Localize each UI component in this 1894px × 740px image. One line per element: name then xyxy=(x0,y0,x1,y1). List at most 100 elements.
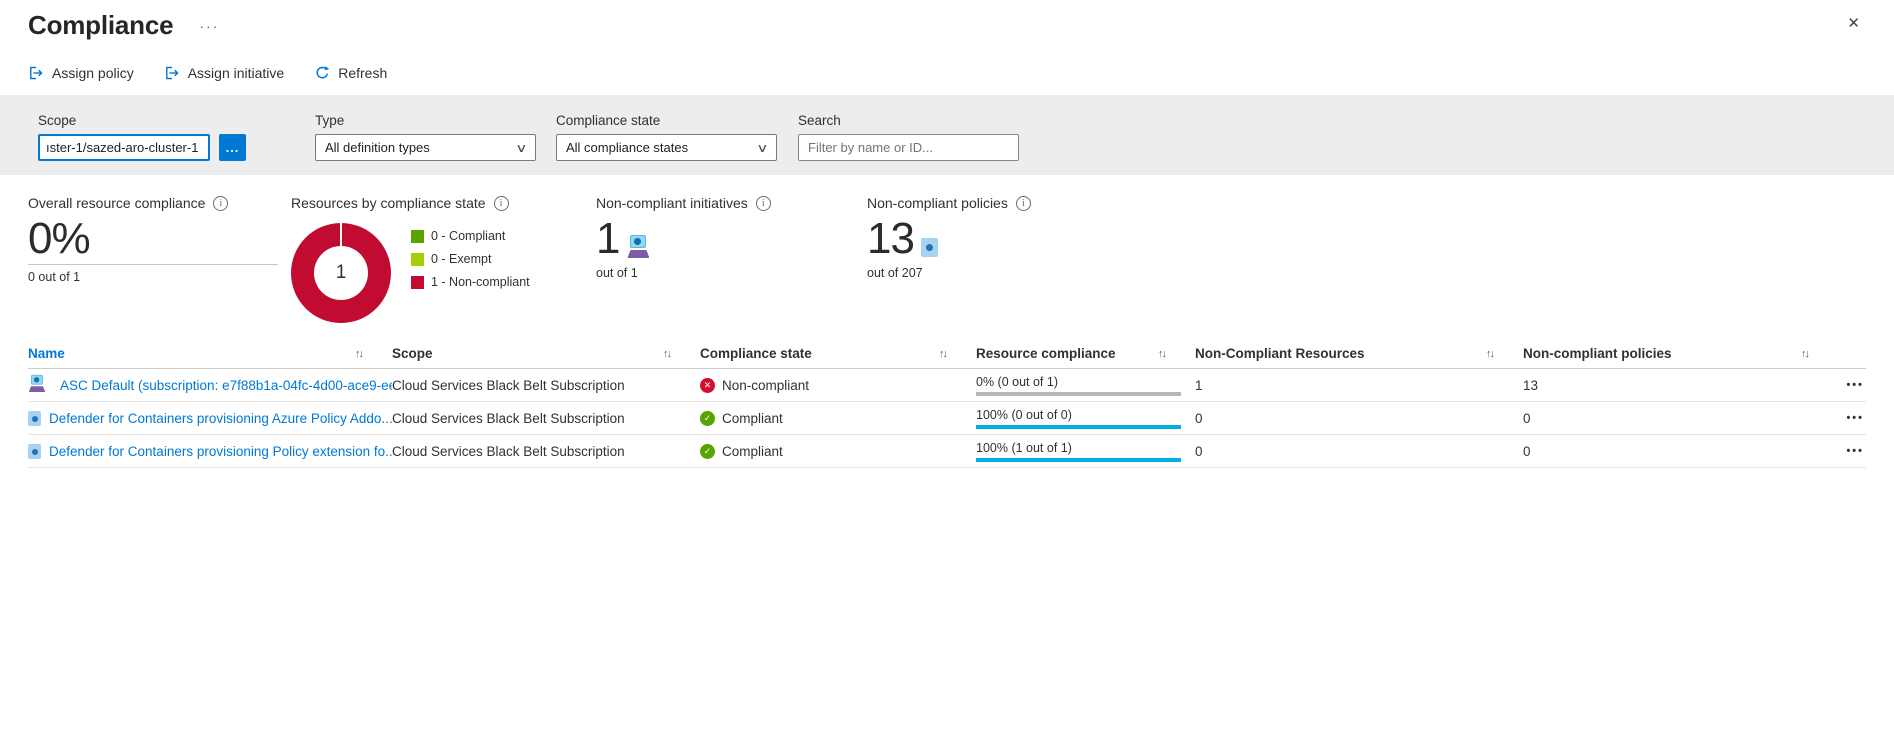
compliance-bar-track xyxy=(976,458,1181,462)
row-name-link[interactable]: ASC Default (subscription: e7f88b1a-04fc… xyxy=(60,378,392,393)
column-header-noncompliant-resources[interactable]: Non-Compliant Resources ↑↓ xyxy=(1195,346,1523,361)
legend-item-non-compliant: 1 - Non-compliant xyxy=(411,275,530,289)
noncompliant-policies-subtext: out of 207 xyxy=(867,266,1147,280)
compliant-check-icon: ✓ xyxy=(700,444,715,459)
compliance-bar-fill xyxy=(976,425,1181,429)
row-noncompliant-resources: 0 xyxy=(1195,411,1523,426)
sort-icon[interactable]: ↑↓ xyxy=(355,348,362,360)
initiative-icon xyxy=(28,375,46,392)
compliance-state-label: Compliance state xyxy=(556,113,777,128)
assign-policy-button[interactable]: Assign policy xyxy=(28,65,134,81)
stat-noncompliant-policies: Non-compliant policies 13 out of 207 xyxy=(867,195,1147,325)
compliance-state-filter: Compliance state All compliance states ∨ xyxy=(556,113,777,161)
column-label: Resource compliance xyxy=(976,346,1116,361)
row-scope: Cloud Services Black Belt Subscription xyxy=(392,411,700,426)
info-icon[interactable] xyxy=(756,196,771,211)
noncompliant-policies-title: Non-compliant policies xyxy=(867,195,1008,211)
row-resource-compliance: 100% (0 out of 0) xyxy=(976,408,1195,422)
scope-input[interactable] xyxy=(38,134,210,161)
row-compliance-state: Compliant xyxy=(722,411,783,426)
legend-item-exempt: 0 - Exempt xyxy=(411,252,530,266)
sort-icon[interactable]: ↑↓ xyxy=(1801,348,1808,360)
refresh-label: Refresh xyxy=(338,65,387,81)
overall-compliance-value: 0% xyxy=(28,217,278,261)
row-noncompliant-policies: 0 xyxy=(1523,411,1838,426)
table-row: ASC Default (subscription: e7f88b1a-04fc… xyxy=(28,369,1866,402)
stats-section: Overall resource compliance 0% 0 out of … xyxy=(0,175,1894,325)
overflow-menu-button[interactable]: ··· xyxy=(199,18,219,34)
stat-noncompliant-initiatives: Non-compliant initiatives 1 out of 1 xyxy=(596,195,867,325)
row-name-link[interactable]: Defender for Containers provisioning Pol… xyxy=(49,444,392,459)
column-label: Name xyxy=(28,346,65,361)
assign-initiative-button[interactable]: Assign initiative xyxy=(164,65,285,81)
row-actions-button[interactable]: ••• xyxy=(1846,412,1866,424)
row-actions-button[interactable]: ••• xyxy=(1846,379,1866,391)
compliance-state-dropdown[interactable]: All compliance states ∨ xyxy=(556,134,777,161)
compliance-bar-track xyxy=(976,392,1181,396)
assign-initiative-icon xyxy=(164,65,180,81)
policy-icon xyxy=(28,444,41,459)
column-label: Non-compliant policies xyxy=(1523,346,1672,361)
donut-center-value: 1 xyxy=(291,223,391,323)
legend-item-compliant: 0 - Compliant xyxy=(411,229,530,243)
sort-icon[interactable]: ↑↓ xyxy=(663,348,670,360)
scope-label: Scope xyxy=(38,113,246,128)
row-noncompliant-resources: 1 xyxy=(1195,378,1523,393)
table-row: Defender for Containers provisioning Pol… xyxy=(28,435,1866,468)
column-header-compliance-state[interactable]: Compliance state ↑↓ xyxy=(700,346,976,361)
close-icon[interactable]: ✕ xyxy=(1847,14,1860,32)
compliance-state-dropdown-value: All compliance states xyxy=(566,140,688,155)
legend-label-exempt: 0 - Exempt xyxy=(431,252,491,266)
noncompliant-policies-value: 13 xyxy=(867,217,914,261)
table-header-row: Name ↑↓ Scope ↑↓ Compliance state ↑↓ Res… xyxy=(28,339,1866,369)
info-icon[interactable] xyxy=(494,196,509,211)
column-header-noncompliant-policies[interactable]: Non-compliant policies ↑↓ xyxy=(1523,346,1838,361)
row-compliance-state: Non-compliant xyxy=(722,378,809,393)
scope-browse-button[interactable]: ... xyxy=(219,134,246,161)
row-scope: Cloud Services Black Belt Subscription xyxy=(392,444,700,459)
row-name-link[interactable]: Defender for Containers provisioning Azu… xyxy=(49,411,392,426)
assign-initiative-label: Assign initiative xyxy=(188,65,285,81)
assign-policy-icon xyxy=(28,65,44,81)
column-header-name[interactable]: Name ↑↓ xyxy=(28,346,392,361)
legend-label-non-compliant: 1 - Non-compliant xyxy=(431,275,530,289)
refresh-button[interactable]: Refresh xyxy=(314,65,387,81)
overall-compliance-title: Overall resource compliance xyxy=(28,195,205,211)
row-noncompliant-policies: 0 xyxy=(1523,444,1838,459)
legend-swatch-non-compliant xyxy=(411,276,424,289)
sort-icon[interactable]: ↑↓ xyxy=(1158,348,1165,360)
row-resource-compliance: 0% (0 out of 1) xyxy=(976,375,1195,389)
legend-swatch-exempt xyxy=(411,253,424,266)
sort-icon[interactable]: ↑↓ xyxy=(1486,348,1493,360)
compliance-bar-fill xyxy=(976,458,1181,462)
type-dropdown[interactable]: All definition types ∨ xyxy=(315,134,536,161)
legend-label-compliant: 0 - Compliant xyxy=(431,229,505,243)
search-filter: Search xyxy=(798,113,1019,161)
compliance-donut-chart: 1 xyxy=(291,223,391,323)
column-label: Compliance state xyxy=(700,346,812,361)
row-noncompliant-resources: 0 xyxy=(1195,444,1523,459)
page-header: Compliance ··· ✕ xyxy=(0,0,1894,41)
type-dropdown-value: All definition types xyxy=(325,140,430,155)
compliance-bar-track xyxy=(976,425,1181,429)
non-compliant-x-icon: ✕ xyxy=(700,378,715,393)
page-title: Compliance xyxy=(28,10,173,41)
chevron-down-icon: ∨ xyxy=(515,141,527,155)
info-icon[interactable] xyxy=(213,196,228,211)
search-input[interactable] xyxy=(798,134,1019,161)
info-icon[interactable] xyxy=(1016,196,1031,211)
sort-icon[interactable]: ↑↓ xyxy=(939,348,946,360)
column-header-scope[interactable]: Scope ↑↓ xyxy=(392,346,700,361)
assign-policy-label: Assign policy xyxy=(52,65,134,81)
scope-filter: Scope ... xyxy=(38,113,246,161)
refresh-icon xyxy=(314,65,330,81)
row-actions-button[interactable]: ••• xyxy=(1846,445,1866,457)
column-label: Scope xyxy=(392,346,433,361)
donut-legend: 0 - Compliant 0 - Exempt 1 - Non-complia… xyxy=(411,229,530,323)
column-header-resource-compliance[interactable]: Resource compliance ↑↓ xyxy=(976,346,1195,361)
column-label: Non-Compliant Resources xyxy=(1195,346,1365,361)
type-filter: Type All definition types ∨ xyxy=(315,113,536,161)
row-scope: Cloud Services Black Belt Subscription xyxy=(392,378,700,393)
compliant-check-icon: ✓ xyxy=(700,411,715,426)
command-toolbar: Assign policy Assign initiative Refresh xyxy=(0,41,1894,95)
